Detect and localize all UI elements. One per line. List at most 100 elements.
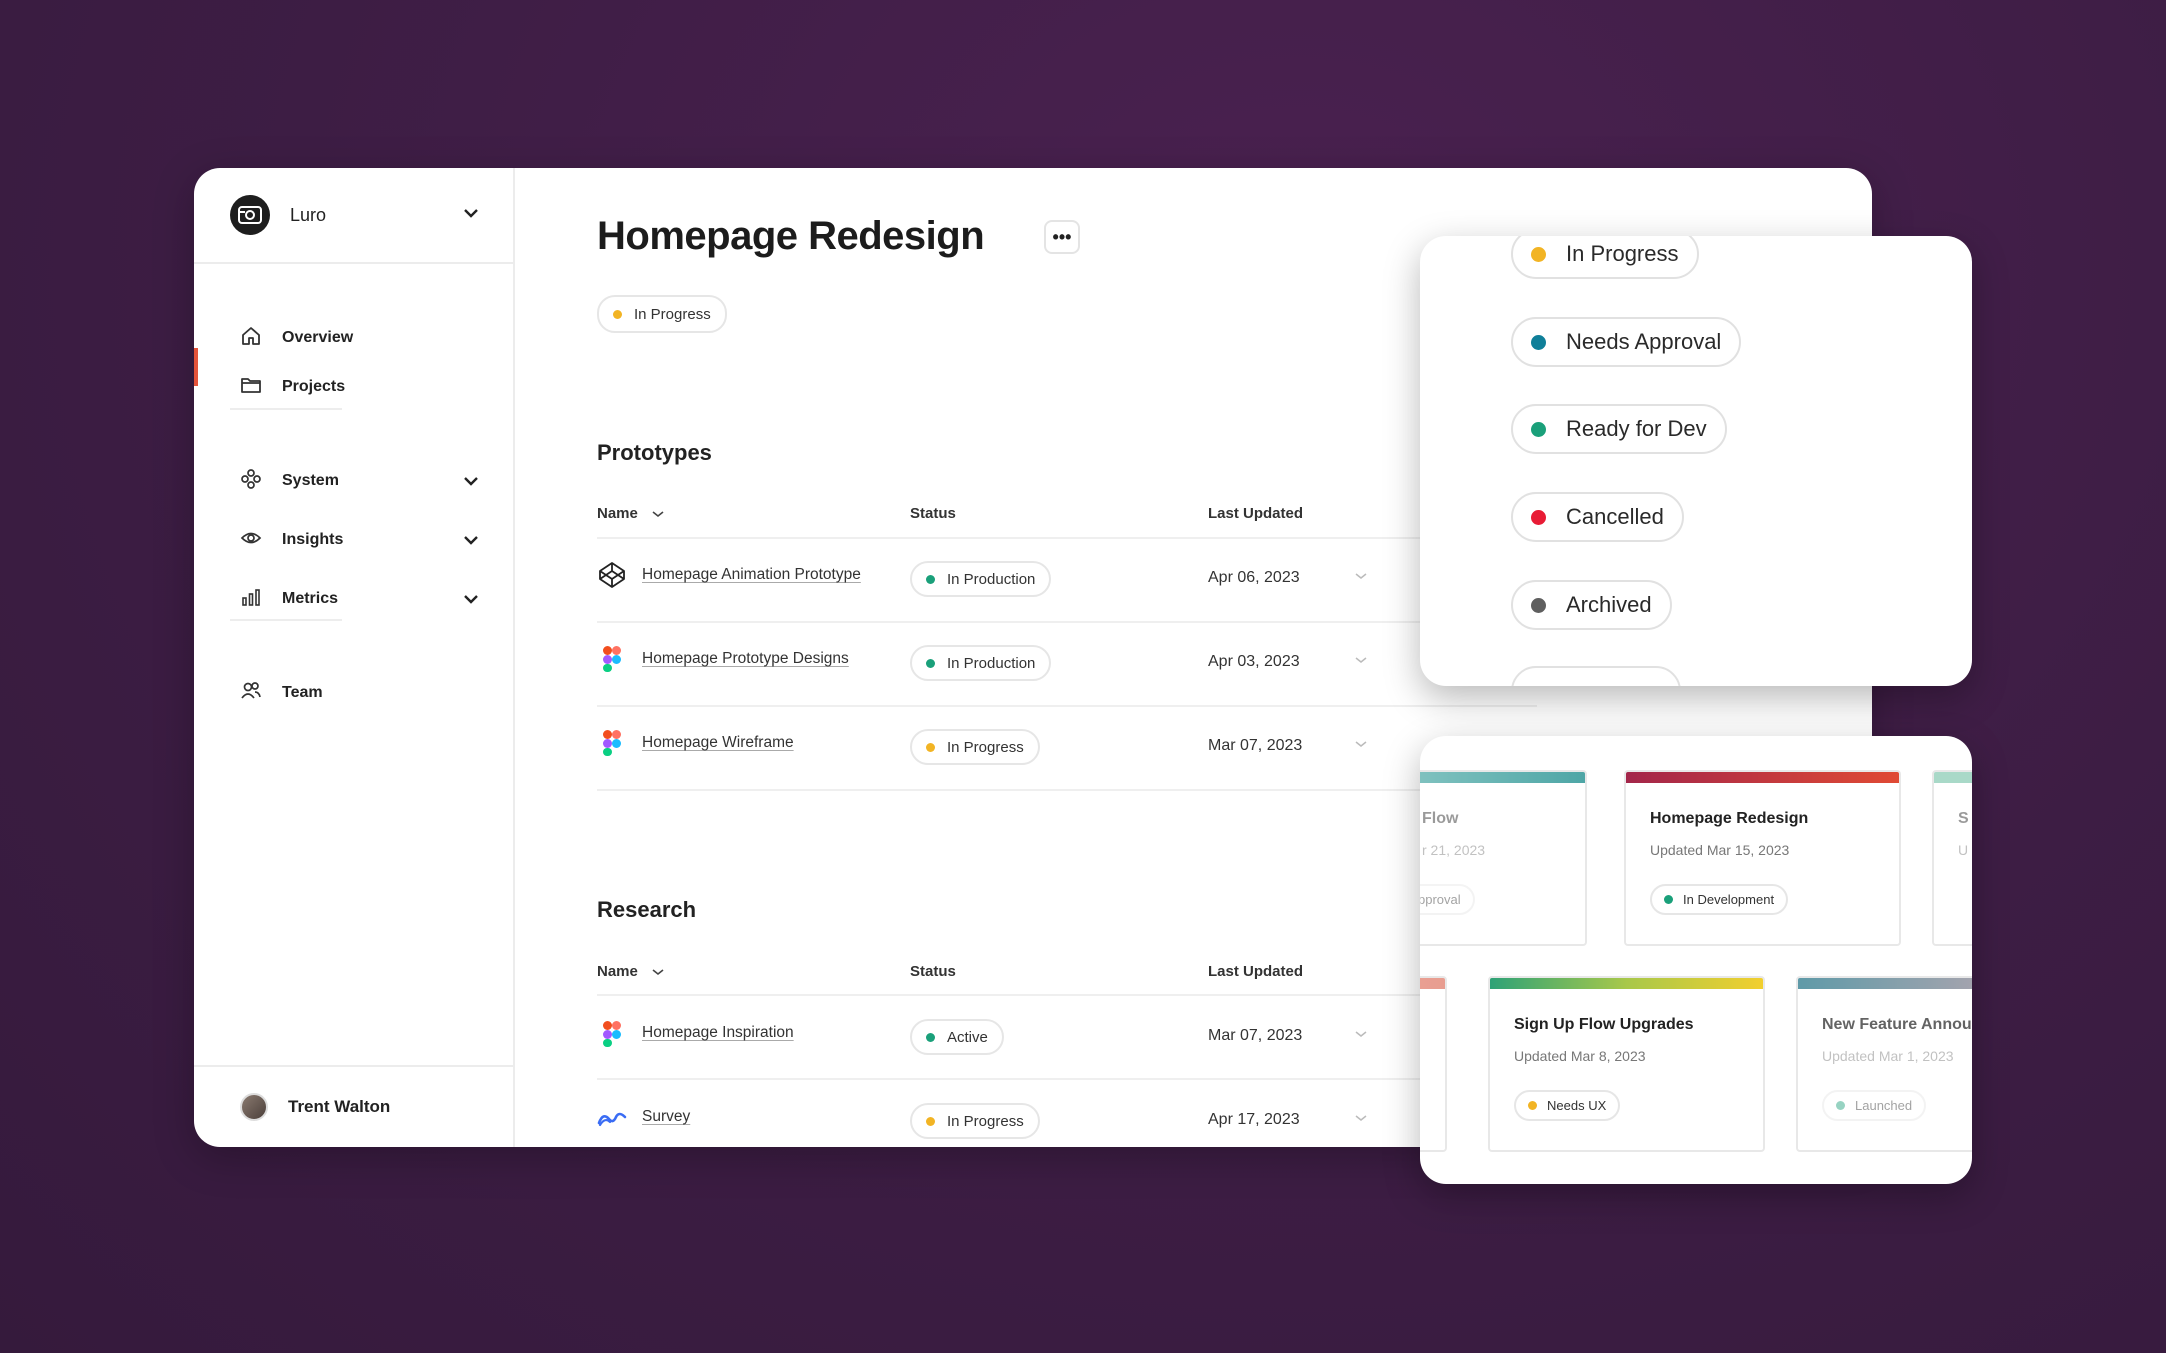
row-divider xyxy=(597,994,1537,996)
status-label: Needs UX xyxy=(1547,1098,1607,1113)
project-card[interactable] xyxy=(1420,976,1447,1152)
card-color-bar xyxy=(1490,978,1763,989)
project-card[interactable]: Flow r 21, 2023 pproval xyxy=(1420,770,1587,946)
chevron-down-icon[interactable] xyxy=(1355,1113,1367,1125)
nav-label-insights: Insights xyxy=(282,531,344,548)
nav-label-projects: Projects xyxy=(282,378,346,395)
status-options-panel: In Progress Needs Approval Ready for Dev… xyxy=(1420,236,1972,686)
status-label: Active xyxy=(947,1028,988,1046)
luro-logo-icon xyxy=(230,195,270,235)
status-dropdown[interactable]: In Progress xyxy=(910,729,1040,765)
status-dropdown[interactable]: Active xyxy=(910,1019,1004,1055)
card-title: New Feature Annou xyxy=(1822,1016,1972,1033)
nav-item-overview[interactable]: Overview xyxy=(194,318,515,358)
figma-icon xyxy=(597,644,627,674)
card-status-badge: Launched xyxy=(1822,1090,1927,1121)
row-divider xyxy=(597,1078,1537,1080)
status-option-label: Cancelled xyxy=(1566,504,1664,529)
status-dot xyxy=(1528,1101,1537,1110)
survey-icon xyxy=(597,1103,627,1133)
codepen-icon xyxy=(597,560,627,590)
status-label: In Progress xyxy=(634,305,711,323)
file-link[interactable]: Homepage Wireframe xyxy=(642,734,794,752)
status-dropdown[interactable]: In Production xyxy=(910,645,1052,681)
chevron-down-icon[interactable] xyxy=(1355,655,1367,667)
sort-chevron-icon[interactable] xyxy=(652,505,664,522)
project-card[interactable]: New Feature Annou Updated Mar 1, 2023 La… xyxy=(1796,976,1972,1152)
nav-label-metrics: Metrics xyxy=(282,590,339,607)
status-dot xyxy=(926,1116,935,1126)
nav-item-insights[interactable]: Insights xyxy=(194,520,515,560)
status-option-in-progress[interactable]: In Progress xyxy=(1511,236,1699,279)
chevron-down-icon[interactable] xyxy=(463,474,479,492)
status-option-label: Needs Approval xyxy=(1566,329,1722,354)
bar-chart-icon xyxy=(240,586,262,613)
nav-item-projects[interactable]: Projects xyxy=(194,367,515,407)
status-dot xyxy=(1531,334,1546,350)
status-label: In Production xyxy=(947,570,1036,588)
status-option-label: Ready for Dev xyxy=(1566,416,1707,441)
last-updated: Apr 03, 2023 xyxy=(1208,653,1300,670)
status-option-needs-approval[interactable]: Needs Approval xyxy=(1511,317,1742,367)
status-dot xyxy=(1531,597,1546,613)
chevron-down-icon[interactable] xyxy=(463,592,479,610)
chevron-down-icon[interactable] xyxy=(1355,739,1367,751)
card-status-badge: Needs UX xyxy=(1514,1090,1621,1121)
chevron-down-icon[interactable] xyxy=(1355,571,1367,583)
file-link[interactable]: Homepage Prototype Designs xyxy=(642,650,849,668)
nav-item-metrics[interactable]: Metrics xyxy=(194,579,515,619)
project-card[interactable]: Homepage Redesign Updated Mar 15, 2023 I… xyxy=(1624,770,1901,946)
card-color-bar xyxy=(1626,772,1899,783)
column-header-name[interactable]: Name xyxy=(597,505,664,522)
card-title: Homepage Redesign xyxy=(1650,810,1809,827)
more-options-button[interactable]: ••• xyxy=(1044,220,1080,254)
nav-label-system: System xyxy=(282,472,339,489)
user-profile[interactable]: Trent Walton xyxy=(194,1065,515,1147)
chevron-down-icon[interactable] xyxy=(463,533,479,551)
status-dropdown[interactable]: In Production xyxy=(910,561,1052,597)
components-icon xyxy=(240,468,262,495)
workspace-switcher[interactable]: Luro xyxy=(194,168,515,264)
status-option-archived[interactable]: Archived xyxy=(1511,580,1672,630)
project-card[interactable]: Sign Up Flow Upgrades Updated Mar 8, 202… xyxy=(1488,976,1765,1152)
file-link[interactable]: Homepage Inspiration xyxy=(642,1024,794,1042)
row-divider xyxy=(597,537,1537,539)
section-title-research: Research xyxy=(597,897,697,922)
chevron-down-icon[interactable] xyxy=(463,206,479,224)
nav-item-team[interactable]: Team xyxy=(194,673,515,713)
card-date: U xyxy=(1958,842,1969,858)
column-header-status: Status xyxy=(910,963,956,980)
nav-item-system[interactable]: System xyxy=(194,461,515,501)
users-icon xyxy=(240,680,262,707)
status-option-ready-for-dev[interactable]: Ready for Dev xyxy=(1511,404,1727,454)
nav-divider xyxy=(230,408,342,410)
status-dot xyxy=(1836,1101,1845,1110)
status-option-cancelled[interactable]: Cancelled xyxy=(1511,492,1684,542)
chevron-down-icon[interactable] xyxy=(1355,1029,1367,1041)
status-dropdown[interactable]: In Progress xyxy=(910,1103,1040,1139)
status-label: Launched xyxy=(1855,1098,1913,1113)
project-status-badge[interactable]: In Progress xyxy=(597,295,727,333)
home-icon xyxy=(240,325,262,352)
column-header-updated: Last Updated xyxy=(1208,963,1304,980)
nav-label-team: Team xyxy=(282,684,323,701)
card-status-badge: pproval xyxy=(1420,884,1475,915)
status-option-partial[interactable] xyxy=(1511,666,1681,686)
nav-divider xyxy=(230,619,342,621)
card-status-badge: In Development xyxy=(1650,884,1789,915)
file-link[interactable]: Survey xyxy=(642,1108,690,1126)
status-label: pproval xyxy=(1420,892,1461,907)
sort-chevron-icon[interactable] xyxy=(652,963,664,980)
status-label: In Production xyxy=(947,654,1036,672)
section-title-prototypes: Prototypes xyxy=(597,440,712,465)
status-dot xyxy=(1664,895,1673,904)
column-header-status: Status xyxy=(910,505,956,522)
status-dot xyxy=(1531,509,1546,525)
last-updated: Mar 07, 2023 xyxy=(1208,737,1303,754)
user-name: Trent Walton xyxy=(288,1097,391,1116)
column-header-name[interactable]: Name xyxy=(597,963,664,980)
project-card[interactable]: S U xyxy=(1932,770,1972,946)
sidebar: Luro Overview Projects System Insights M… xyxy=(194,168,515,1147)
column-header-updated: Last Updated xyxy=(1208,505,1304,522)
file-link[interactable]: Homepage Animation Prototype xyxy=(642,566,861,584)
